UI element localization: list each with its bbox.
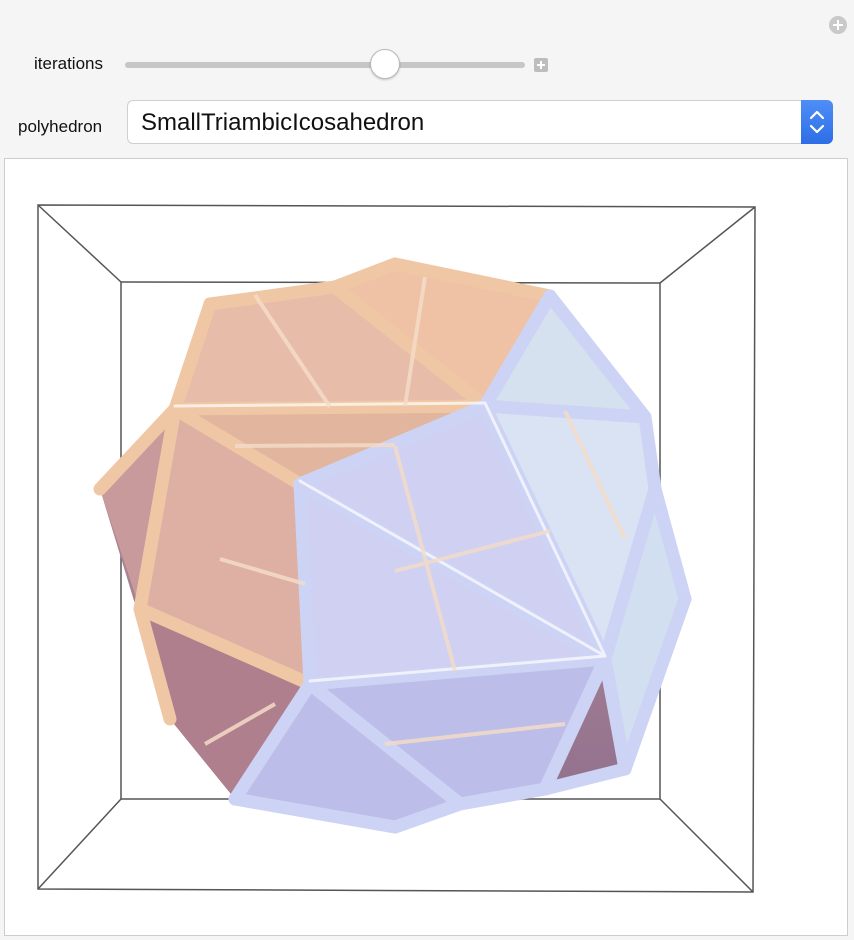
polyhedron-graphic[interactable] — [5, 159, 849, 937]
chevron-up-down-icon[interactable] — [801, 100, 833, 144]
iterations-slider-thumb[interactable] — [370, 49, 400, 79]
polyhedron-select[interactable]: SmallTriambicIcosahedron — [127, 100, 833, 144]
polyhedron-label: polyhedron — [18, 117, 103, 136]
polyhedron-select-value: SmallTriambicIcosahedron — [141, 109, 425, 136]
plus-circle-icon[interactable] — [829, 16, 847, 34]
iterations-label: iterations — [34, 54, 103, 73]
3d-graphics-view[interactable] — [4, 158, 848, 936]
iterations-slider[interactable] — [125, 62, 525, 68]
plus-square-icon[interactable] — [534, 58, 548, 72]
